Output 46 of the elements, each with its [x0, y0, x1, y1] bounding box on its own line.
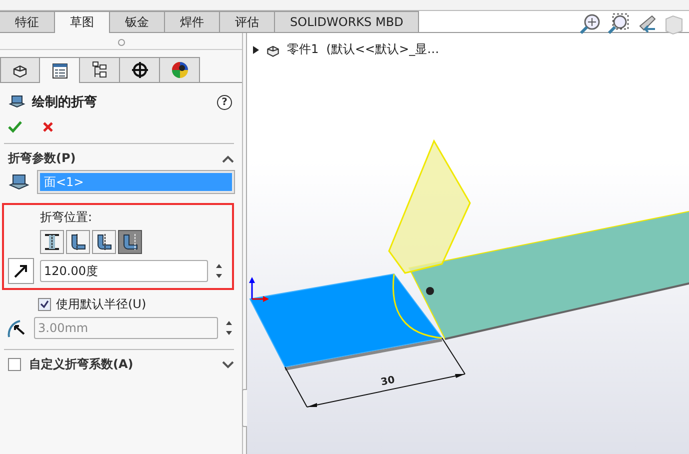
- section-view-icon[interactable]: [663, 13, 685, 35]
- tree-item[interactable]: 零件1 (默认<<默认>_显…: [287, 41, 440, 58]
- panel-tab[interactable]: [120, 57, 160, 83]
- checkbox[interactable]: [38, 298, 51, 311]
- command-tab[interactable]: SOLIDWORKS MBD: [275, 11, 420, 33]
- face-icon: [8, 172, 30, 192]
- bend-position-button[interactable]: [66, 230, 90, 254]
- dimension-value[interactable]: 30: [380, 374, 396, 388]
- color-ball-icon: [170, 61, 188, 79]
- command-tab[interactable]: 特征: [0, 11, 55, 33]
- centerline-icon: [43, 233, 61, 251]
- command-tab[interactable]: 焊件: [165, 11, 220, 33]
- help-button[interactable]: ?: [217, 94, 232, 110]
- sheet-metal-icon: [8, 94, 26, 110]
- command-tab[interactable]: 草图: [55, 11, 110, 33]
- section-heading: 自定义折弯系数(A): [29, 356, 134, 373]
- bend-position-button[interactable]: [92, 230, 116, 254]
- panel-tab[interactable]: [160, 57, 200, 83]
- bend-icon: [69, 233, 87, 251]
- tree-icon: [90, 61, 108, 79]
- collapse-icon[interactable]: [222, 154, 234, 162]
- crosshair-icon: [130, 61, 148, 79]
- coordinate-axes-icon: [249, 277, 269, 302]
- checkbox[interactable]: [8, 358, 21, 371]
- checkbox-label: 使用默认半径(U): [56, 296, 146, 313]
- angle-field[interactable]: 120.00度: [40, 260, 208, 282]
- direction-arrow-icon[interactable]: [12, 262, 30, 280]
- section-heading: 折弯参数(P): [8, 150, 77, 167]
- zoom-area-icon[interactable]: [607, 13, 629, 35]
- bend-position-button[interactable]: [40, 230, 64, 254]
- bend-position-label: 折弯位置:: [39, 209, 94, 226]
- list-icon: [50, 62, 68, 80]
- panel-title: 绘制的折弯: [32, 94, 98, 111]
- panel-tab[interactable]: [80, 57, 120, 83]
- grip-handle[interactable]: [118, 38, 124, 46]
- expand-icon[interactable]: [222, 360, 234, 368]
- panel-tab[interactable]: [40, 57, 80, 83]
- bend-icon: [121, 233, 139, 251]
- zoom-fit-icon[interactable]: [579, 13, 601, 35]
- command-tab[interactable]: 钣金: [110, 11, 165, 33]
- checkmark-icon[interactable]: [8, 121, 22, 133]
- command-tab[interactable]: 评估: [220, 11, 275, 33]
- expand-arrow-icon[interactable]: [253, 46, 259, 54]
- bend-icon: [95, 233, 113, 251]
- panel-tab[interactable]: [0, 57, 40, 83]
- close-icon[interactable]: [42, 121, 54, 133]
